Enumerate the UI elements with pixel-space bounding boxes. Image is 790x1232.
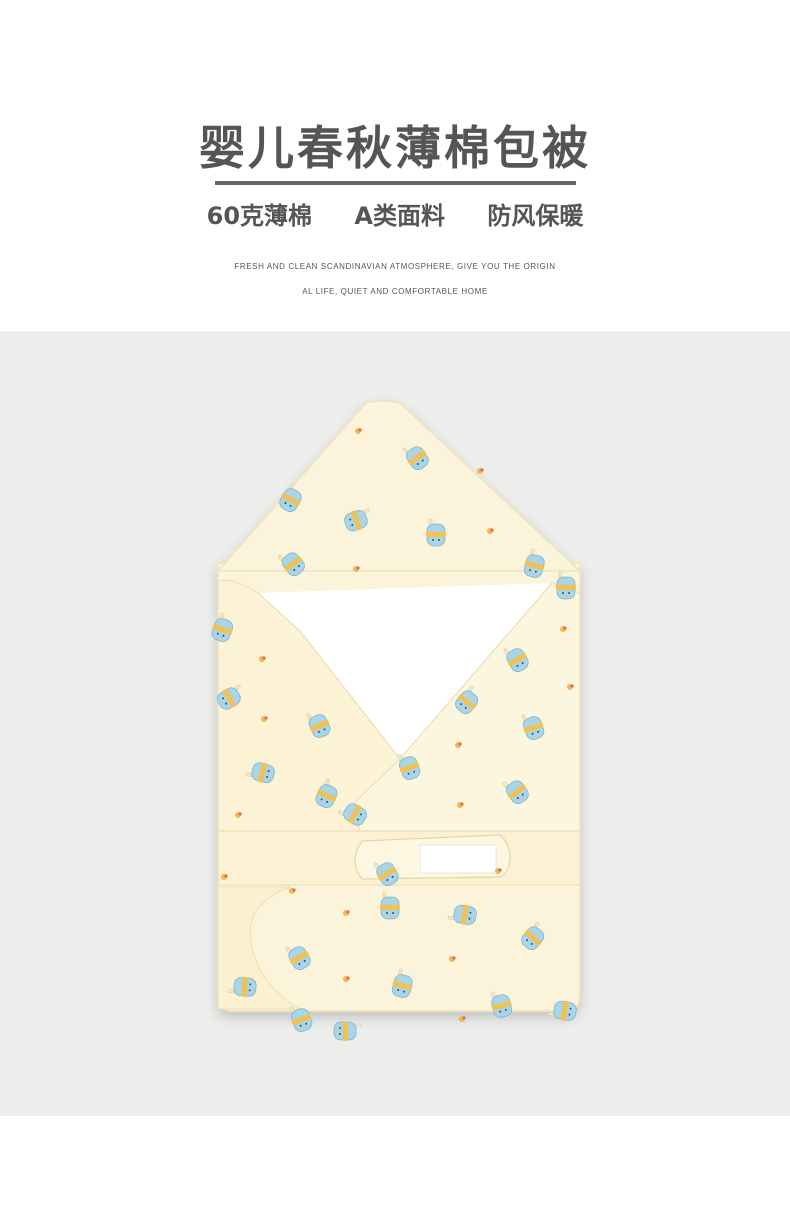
- title-divider: [215, 181, 576, 185]
- feature-cotton-weight: 60克薄棉: [206, 202, 313, 230]
- page-title: 婴儿春秋薄棉包被: [199, 121, 591, 175]
- product-photo: [0, 331, 790, 1116]
- blanket: [216, 400, 582, 1012]
- feature-fabric-grade: A类面料: [354, 202, 445, 230]
- tagline-line-1: FRESH AND CLEAN SCANDINAVIAN ATMOSPHERE,…: [234, 262, 556, 271]
- footer-space: [0, 1116, 790, 1232]
- feature-windproof: 防风保暖: [487, 202, 584, 230]
- tagline-line-2: AL LIFE, QUIET AND COMFORTABLE HOME: [302, 287, 488, 296]
- header-section: 婴儿春秋薄棉包被 60克薄棉 A类面料 防风保暖 FRESH AND CLEAN…: [0, 0, 790, 330]
- baby-swaddle-blanket-icon: [208, 400, 582, 1042]
- feature-list: 60克薄棉 A类面料 防风保暖: [0, 196, 790, 231]
